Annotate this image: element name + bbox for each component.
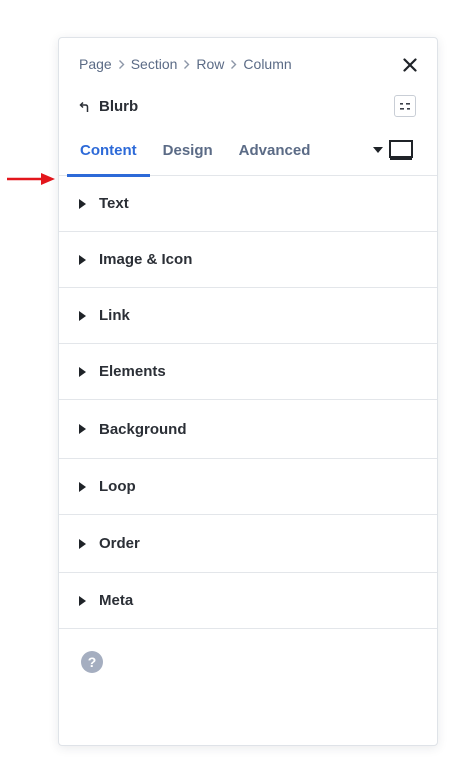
tab-design[interactable]: Design [150, 134, 226, 176]
caret-right-icon [79, 310, 86, 321]
caret-right-icon [79, 538, 86, 549]
section-label: Link [99, 307, 130, 324]
breadcrumb-section[interactable]: Section [131, 56, 178, 72]
chevron-right-icon [231, 59, 237, 69]
section-loop[interactable]: Loop [59, 459, 437, 515]
module-settings-panel: Page Section Row Column Blurb Content De… [58, 37, 438, 746]
caret-right-icon [79, 481, 86, 492]
chevron-right-icon [184, 59, 190, 69]
caret-right-icon [79, 595, 86, 606]
section-label: Meta [99, 592, 134, 609]
back-arrow-icon[interactable] [79, 101, 91, 113]
caret-right-icon [79, 366, 86, 377]
module-name: Blurb [99, 98, 139, 115]
help-icon[interactable]: ? [81, 651, 103, 673]
settings-toggle-icon [400, 102, 410, 110]
chevron-right-icon [118, 59, 125, 69]
section-label: Order [99, 535, 140, 552]
section-text[interactable]: Text [59, 176, 437, 232]
section-label: Text [99, 195, 129, 212]
panel-header: Page Section Row Column Blurb Content De… [59, 38, 437, 177]
screen: Page Section Row Column Blurb Content De… [0, 0, 450, 780]
tab-bar: Content Design Advanced [67, 134, 324, 177]
caret-right-icon [79, 424, 86, 434]
help-area: ? [59, 629, 437, 745]
tab-content[interactable]: Content [67, 134, 150, 177]
tab-advanced[interactable]: Advanced [226, 134, 324, 176]
section-label: Elements [99, 363, 166, 380]
close-button[interactable] [401, 56, 419, 74]
settings-toggle-button[interactable] [394, 95, 416, 117]
section-background[interactable]: Background [59, 400, 437, 459]
section-label: Image & Icon [99, 251, 193, 268]
section-meta[interactable]: Meta [59, 573, 437, 629]
section-elements[interactable]: Elements [59, 344, 437, 400]
red-arrow-icon [7, 173, 55, 185]
section-image-and-icon[interactable]: Image & Icon [59, 232, 437, 288]
breadcrumb-column[interactable]: Column [243, 56, 291, 72]
caret-right-icon [79, 254, 86, 265]
view-controls [373, 140, 413, 160]
breadcrumb: Page Section Row Column [79, 56, 292, 72]
close-icon [403, 58, 417, 72]
caret-right-icon [79, 198, 86, 209]
desktop-view-icon[interactable] [389, 140, 413, 160]
caret-down-icon[interactable] [373, 147, 383, 153]
module-title-row: Blurb [79, 98, 138, 115]
section-order[interactable]: Order [59, 515, 437, 573]
section-label: Background [99, 420, 187, 438]
breadcrumb-row[interactable]: Row [196, 56, 224, 72]
section-label: Loop [99, 478, 136, 495]
breadcrumb-page[interactable]: Page [79, 56, 112, 72]
section-link[interactable]: Link [59, 288, 437, 344]
